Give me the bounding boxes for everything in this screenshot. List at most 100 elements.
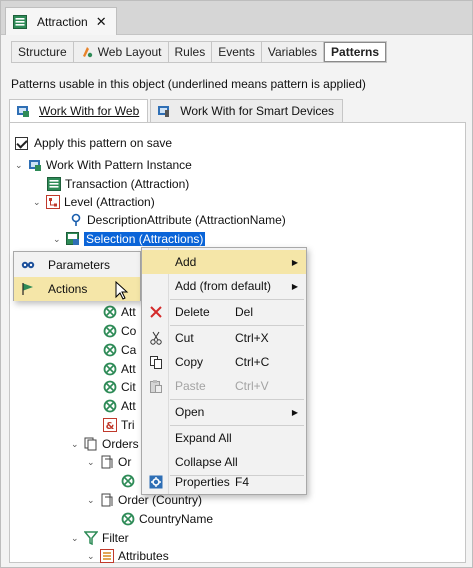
submenu-arrow-icon: ▶ (291, 257, 298, 267)
menu-item-properties[interactable]: Properties F4 (142, 470, 306, 494)
chevron-down-icon[interactable]: ⌄ (71, 439, 81, 450)
tab-structure[interactable]: Structure (12, 42, 74, 62)
tree-node-attribute[interactable]: Co (103, 322, 136, 340)
object-editor-window: Attraction ✕ Structure Web Layout Rules … (0, 0, 473, 568)
attributes-icon (100, 549, 114, 563)
tab-web-layout[interactable]: Web Layout (74, 42, 169, 62)
tab-patterns[interactable]: Patterns (324, 42, 387, 62)
tree-node-label: Selection (Attractions) (84, 232, 206, 246)
orders-icon (84, 437, 98, 451)
tab-events[interactable]: Events (212, 42, 262, 62)
tree-node-attribute[interactable]: Att (103, 360, 136, 378)
tree-node-label: Level (Attraction) (64, 195, 155, 209)
tab-work-with-for-smart-devices[interactable]: Work With for Smart Devices (150, 99, 344, 123)
submenu-arrow-icon: ▶ (291, 407, 298, 417)
work-with-web-icon (16, 104, 30, 118)
menu-item-add-from-default[interactable]: Add (from default) ▶ (142, 274, 306, 298)
tree-node-label: Transaction (Attraction) (65, 177, 190, 191)
order-icon (100, 455, 114, 469)
parameters-icon (20, 257, 36, 273)
tree-node-label: Ca (121, 343, 137, 357)
context-menu: Add ▶ Add (from default) ▶ Delete Del Cu… (141, 247, 307, 495)
delete-icon (148, 304, 164, 320)
tree-node-label: Co (121, 324, 137, 338)
document-tab-strip: Attraction ✕ (1, 1, 472, 35)
attribute-icon (103, 362, 117, 376)
tree-node-selection[interactable]: ⌄ Selection (Attractions) (53, 230, 206, 248)
tree-node-level[interactable]: ⌄ Level (Attraction) (33, 193, 155, 211)
tree-node-orders[interactable]: ⌄ Orders (71, 435, 139, 453)
tab-rules[interactable]: Rules (169, 42, 213, 62)
transaction-icon (47, 177, 61, 191)
tree-node-label: Tri (121, 418, 135, 432)
attribute-icon (121, 474, 135, 488)
properties-icon (148, 474, 164, 490)
cut-icon (148, 330, 164, 346)
attribute-icon (121, 512, 135, 526)
tree-node-label: Work With Pattern Instance (46, 158, 192, 172)
chevron-down-icon[interactable]: ⌄ (87, 495, 97, 506)
menu-item-delete[interactable]: Delete Del (142, 300, 306, 324)
tree-node-attribute[interactable]: Cit (103, 378, 136, 396)
work-with-smart-devices-icon (157, 104, 171, 118)
tree-node-label: Filter (102, 531, 129, 545)
svg-text:&: & (106, 421, 115, 432)
tree-node-label: DescriptionAttribute (AttractionName) (87, 213, 286, 227)
tree-node-label: Cit (121, 380, 136, 394)
chevron-down-icon[interactable]: ⌄ (33, 197, 43, 208)
level-icon (46, 195, 60, 209)
tab-variables[interactable]: Variables (262, 42, 325, 62)
chevron-down-icon[interactable]: ⌄ (87, 457, 97, 468)
tab-work-with-for-web-label: Work With for Web (39, 104, 140, 118)
close-icon[interactable]: ✕ (96, 14, 107, 30)
web-layout-icon (80, 45, 94, 59)
tree-node-label: Att (121, 305, 136, 319)
menu-item-open[interactable]: Open ▶ (142, 400, 306, 424)
chevron-down-icon[interactable]: ⌄ (87, 551, 97, 562)
key-icon (69, 213, 83, 227)
paste-icon (148, 378, 164, 394)
tree-node-label: CountryName (139, 512, 214, 526)
tree-node-label: Att (121, 399, 136, 413)
attribute-icon (103, 399, 117, 413)
chevron-down-icon[interactable]: ⌄ (71, 533, 81, 544)
document-tab-title: Attraction (37, 14, 88, 29)
selection-icon (66, 232, 80, 246)
transaction-icon (13, 14, 27, 29)
tree-node-order[interactable]: ⌄ Or (87, 453, 131, 471)
tree-node-root[interactable]: ⌄ Work With Pattern Instance (15, 156, 192, 174)
copy-icon (148, 354, 164, 370)
tree-node-attribute[interactable] (121, 472, 139, 490)
tab-work-with-for-web[interactable]: Work With for Web (9, 99, 149, 123)
tree-node-attributes[interactable]: ⌄ Attributes (87, 547, 169, 565)
document-tab-attraction[interactable]: Attraction ✕ (5, 7, 117, 35)
tab-web-layout-label: Web Layout (97, 45, 162, 59)
attribute-icon (103, 305, 117, 319)
tree-node-filter[interactable]: ⌄ Filter (71, 529, 129, 547)
tree-node-attribute[interactable]: Att (103, 303, 136, 321)
work-with-pattern-icon (28, 158, 42, 172)
menu-item-cut[interactable]: Cut Ctrl+X (142, 326, 306, 350)
filter-icon (84, 531, 98, 545)
menu-item-copy[interactable]: Copy Ctrl+C (142, 350, 306, 374)
tree-node-attribute[interactable]: Att (103, 397, 136, 415)
tree-node-country-name[interactable]: CountryName (121, 510, 213, 528)
submenu-arrow-icon: ▶ (291, 281, 298, 291)
menu-item-paste[interactable]: Paste Ctrl+V (142, 374, 306, 398)
attribute-icon (103, 324, 117, 338)
chevron-down-icon[interactable]: ⌄ (15, 160, 25, 171)
menu-item-expand-all[interactable]: Expand All (142, 426, 306, 450)
tree-node-label: Att (121, 362, 136, 376)
menu-item-add[interactable]: Add ▶ (142, 250, 306, 274)
tree-node-variable[interactable]: & Tri (103, 416, 135, 434)
tree-node-description-attribute[interactable]: DescriptionAttribute (AttractionName) (69, 211, 286, 229)
apply-on-save[interactable]: Apply this pattern on save (15, 136, 172, 150)
menu-item-parameters[interactable]: Parameters (14, 253, 140, 277)
apply-on-save-checkbox[interactable] (15, 136, 28, 150)
tree-node-transaction[interactable]: Transaction (Attraction) (47, 175, 189, 193)
tab-work-with-for-smart-devices-label: Work With for Smart Devices (180, 104, 335, 118)
tree-node-attribute[interactable]: Ca (103, 341, 136, 359)
pattern-tabs: Work With for Web Work With for Smart De… (9, 99, 345, 123)
actions-flag-icon (20, 281, 36, 297)
chevron-down-icon[interactable]: ⌄ (53, 234, 63, 245)
